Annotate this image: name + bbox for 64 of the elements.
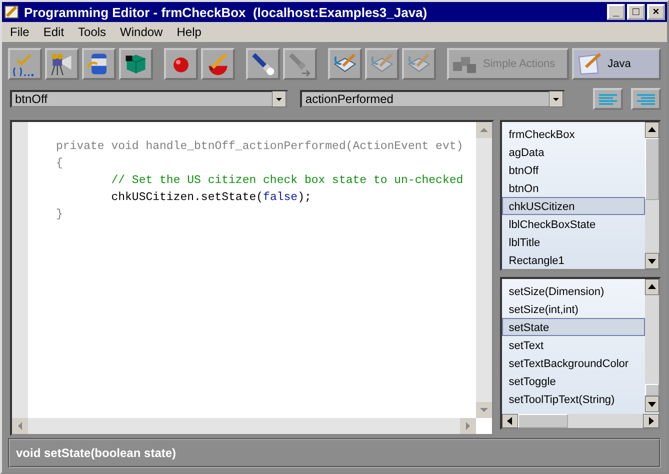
- flashlight-arrow-icon: [287, 50, 313, 78]
- code-line: chkUSCitizen.setState(false);: [110, 191, 312, 206]
- vertical-scrollbar[interactable]: [645, 279, 659, 412]
- dropdown[interactable]: actionPerformed: [300, 90, 565, 108]
- scroll-up-icon: [645, 279, 659, 295]
- list-item[interactable]: setToggle: [502, 372, 645, 390]
- vertical-scrollbar[interactable]: [476, 122, 492, 418]
- dropdown[interactable]: btnOff: [10, 90, 288, 108]
- list-item[interactable]: frmCheckBox: [502, 125, 645, 143]
- toolbar-button[interactable]: [328, 48, 362, 80]
- list-item[interactable]: setSize(int,int): [502, 300, 645, 318]
- scroll-down-icon: [645, 396, 659, 412]
- menu-item[interactable]: Help: [170, 25, 210, 39]
- close-button[interactable]: ×: [647, 4, 665, 20]
- list-item[interactable]: btnOn: [502, 179, 645, 197]
- list-item[interactable]: btnOff: [502, 161, 645, 179]
- toolbar-button[interactable]: [45, 48, 79, 80]
- list-item[interactable]: setSize(Dimension): [502, 282, 645, 300]
- code-line: private void handle_btnOff_actionPerformed(ActionEvent evt): [56, 140, 464, 155]
- scroll-down-icon: [476, 402, 492, 418]
- horizontal-scrollbar[interactable]: [12, 418, 476, 434]
- maximize-button[interactable]: □: [627, 4, 645, 20]
- status-text: void setState(boolean state): [16, 446, 176, 460]
- app-icon: [4, 4, 20, 20]
- scroll-left-icon: [12, 418, 28, 434]
- scroll-up-icon: [476, 122, 492, 138]
- list-item[interactable]: setText: [502, 336, 645, 354]
- window-title: Programming Editor - frmCheckBox (localhost:Examples3_Java): [24, 4, 428, 20]
- menu-item[interactable]: Tools: [72, 25, 114, 39]
- list-item[interactable]: Rectangle1: [502, 251, 645, 269]
- list-item[interactable]: setTextBackgroundColor: [502, 354, 645, 372]
- dropdown-arrow-icon: [272, 91, 286, 107]
- menu-item[interactable]: File: [4, 25, 38, 39]
- note-pencil-icon: [576, 52, 604, 76]
- scroll-right-icon: [643, 414, 659, 428]
- code-line: {: [56, 157, 64, 172]
- list-item[interactable]: setState: [502, 318, 645, 336]
- scroll-thumb[interactable]: [645, 138, 659, 200]
- align-left-button[interactable]: [593, 88, 623, 110]
- toolbar-button[interactable]: Java: [572, 48, 661, 80]
- menu-item[interactable]: Edit: [37, 25, 72, 39]
- list-item[interactable]: chkUSCitizen: [502, 197, 645, 215]
- scroll-down-icon: [645, 253, 659, 269]
- scroll-up-icon: [645, 122, 659, 138]
- list-item[interactable]: agData: [502, 143, 645, 161]
- code-editor[interactable]: private void handle_btnOff_actionPerformed(ActionEvent evt) { // Set the US citizen check box state to un-checked chkUSCitizen.setState(false); }: [10, 120, 494, 436]
- flashlight-icon: [250, 50, 276, 78]
- scroll-thumb[interactable]: [518, 414, 568, 428]
- list-item[interactable]: setToolTipText(String): [502, 390, 645, 408]
- minimize-button[interactable]: _: [607, 4, 625, 20]
- vertical-scrollbar[interactable]: [645, 122, 659, 269]
- code-line: // Set the US citizen check box state to un-checked: [110, 174, 464, 189]
- horizontal-scrollbar[interactable]: [502, 414, 659, 428]
- code-line: }: [56, 208, 64, 223]
- toolbar-button[interactable]: [246, 48, 280, 80]
- toolbar-button[interactable]: [119, 48, 153, 80]
- menu-item[interactable]: Window: [114, 25, 171, 39]
- scroll-right-icon: [460, 418, 476, 434]
- dropdown-arrow-icon: [549, 91, 563, 107]
- scroll-left-icon: [502, 414, 518, 428]
- list-item[interactable]: lblTitle: [502, 233, 645, 251]
- align-right-button[interactable]: [631, 88, 661, 110]
- scroll-thumb[interactable]: [645, 384, 659, 396]
- list-item[interactable]: lblCheckBoxState: [502, 215, 645, 233]
